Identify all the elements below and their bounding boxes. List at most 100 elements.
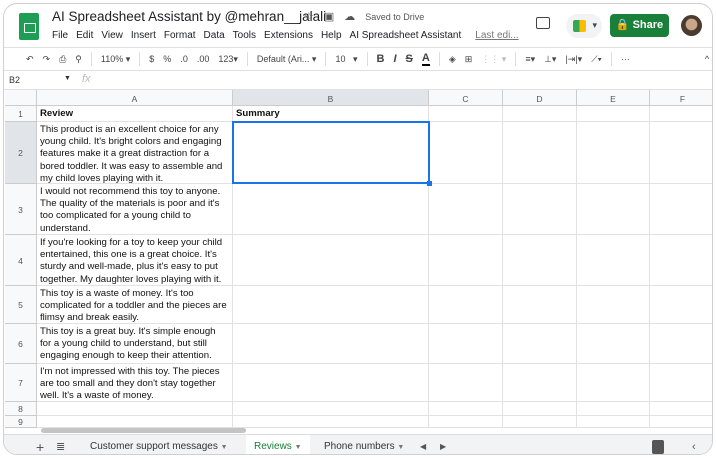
cell-a4[interactable]: If you're looking for a toy to keep your… (37, 235, 233, 286)
side-panel-toggle-icon[interactable]: ‹ (692, 435, 696, 454)
cell-a9[interactable] (37, 416, 233, 428)
row-header[interactable]: 9 (5, 416, 37, 428)
sheets-logo-icon[interactable] (19, 13, 39, 40)
cell-f7[interactable] (650, 364, 712, 402)
percent-button[interactable]: % (163, 54, 171, 64)
column-header-c[interactable]: C (429, 90, 503, 106)
column-header-f[interactable]: F (650, 90, 712, 106)
menu-tools[interactable]: Tools (233, 30, 256, 41)
menu-file[interactable]: File (52, 30, 68, 41)
merge-cells-icon[interactable]: ⋮⋮ ▾ (481, 54, 506, 65)
column-header-d[interactable]: D (503, 90, 577, 106)
cell-d7[interactable] (503, 364, 577, 402)
cell-d9[interactable] (503, 416, 577, 428)
doc-title[interactable]: AI Spreadsheet Assistant by @mehran__jal… (52, 9, 326, 24)
cell-b3[interactable] (233, 184, 429, 235)
cell-c4[interactable] (429, 235, 503, 286)
cell-b5[interactable] (233, 286, 429, 324)
increase-decimal-button[interactable]: .00 (197, 54, 210, 64)
cell-a3[interactable]: I would not recommend this toy to anyone… (37, 184, 233, 235)
sheet-tab-reviews[interactable]: Reviews ▼ (246, 435, 310, 454)
cell-b8[interactable] (233, 402, 429, 416)
cell-f6[interactable] (650, 324, 712, 364)
sheet-tab-phone-numbers[interactable]: Phone numbers ▼ (316, 435, 412, 454)
cell-a6[interactable]: This toy is a great buy. It's simple eno… (37, 324, 233, 364)
menu-extensions[interactable]: Extensions (264, 30, 313, 41)
cell-c6[interactable] (429, 324, 503, 364)
row-header[interactable]: 3 (5, 184, 37, 235)
text-wrap-icon[interactable]: |⇥|▾ (565, 54, 582, 65)
font-size-select[interactable]: 10 ▾ (335, 54, 357, 65)
align-horizontal-icon[interactable]: ≡▾ (525, 54, 535, 65)
meet-button[interactable]: ▾ (566, 14, 602, 38)
cell-d2[interactable] (503, 122, 577, 184)
print-icon[interactable]: ⎙ (59, 54, 66, 65)
all-sheets-icon[interactable]: ≣ (56, 435, 65, 454)
menu-help[interactable]: Help (321, 30, 342, 41)
column-header-b[interactable]: B (233, 90, 429, 106)
cell-e1[interactable] (577, 106, 650, 122)
redo-icon[interactable]: ↷ (43, 54, 51, 65)
cell-b7[interactable] (233, 364, 429, 402)
cell-b2[interactable] (233, 122, 429, 184)
cell-c8[interactable] (429, 402, 503, 416)
cell-e4[interactable] (577, 235, 650, 286)
cell-c1[interactable] (429, 106, 503, 122)
row-header[interactable]: 2 (5, 122, 37, 184)
more-formats-select[interactable]: 123▾ (218, 54, 238, 65)
cell-b9[interactable] (233, 416, 429, 428)
move-folder-icon[interactable]: ▣ (324, 10, 334, 23)
cell-d4[interactable] (503, 235, 577, 286)
add-sheet-icon[interactable]: + (36, 435, 44, 454)
cell-f1[interactable] (650, 106, 712, 122)
zoom-select[interactable]: 110% ▾ (101, 54, 130, 65)
cell-c3[interactable] (429, 184, 503, 235)
cell-f3[interactable] (650, 184, 712, 235)
column-header-e[interactable]: E (577, 90, 650, 106)
row-header[interactable]: 4 (5, 235, 37, 286)
cell-e5[interactable] (577, 286, 650, 324)
row-header[interactable]: 8 (5, 402, 37, 416)
row-header[interactable]: 5 (5, 286, 37, 324)
cell-a7[interactable]: I'm not impressed with this toy. The pie… (37, 364, 233, 402)
name-box[interactable]: B2 (9, 75, 20, 85)
cell-a1[interactable]: Review (37, 106, 233, 122)
scroll-left-icon[interactable]: ◀ (420, 435, 426, 454)
comment-history-icon[interactable] (536, 17, 550, 29)
cell-d3[interactable] (503, 184, 577, 235)
cell-e7[interactable] (577, 364, 650, 402)
share-button[interactable]: 🔒 Share (610, 14, 669, 37)
borders-icon[interactable]: ⊞ (465, 54, 473, 65)
cell-e6[interactable] (577, 324, 650, 364)
menu-edit[interactable]: Edit (76, 30, 93, 41)
text-rotation-icon[interactable]: ⟋▾ (591, 54, 602, 65)
cell-a8[interactable] (37, 402, 233, 416)
font-select[interactable]: Default (Ari... ▾ (257, 54, 317, 65)
cell-d6[interactable] (503, 324, 577, 364)
cell-f5[interactable] (650, 286, 712, 324)
paint-format-icon[interactable]: ⚲ (75, 54, 82, 65)
cell-e9[interactable] (577, 416, 650, 428)
cell-d5[interactable] (503, 286, 577, 324)
avatar[interactable] (681, 15, 702, 36)
star-icon[interactable]: ☆ (304, 10, 314, 23)
explore-icon[interactable] (652, 440, 664, 454)
cell-b4[interactable] (233, 235, 429, 286)
cell-c5[interactable] (429, 286, 503, 324)
cell-e8[interactable] (577, 402, 650, 416)
cell-f9[interactable] (650, 416, 712, 428)
menu-ai-spreadsheet-assistant[interactable]: AI Spreadsheet Assistant (350, 30, 462, 41)
cell-a5[interactable]: This toy is a waste of money. It's too c… (37, 286, 233, 324)
name-box-dropdown-icon[interactable]: ▼ (64, 75, 71, 82)
more-icon[interactable]: ··· (621, 54, 630, 64)
sheet-tab-customer-support-messages[interactable]: Customer support messages ▼ (82, 435, 236, 454)
menu-insert[interactable]: Insert (131, 30, 156, 41)
cell-e3[interactable] (577, 184, 650, 235)
cell-b6[interactable] (233, 324, 429, 364)
collapse-menu-icon[interactable]: ^ (705, 54, 709, 64)
decrease-decimal-button[interactable]: .0 (180, 54, 188, 64)
italic-icon[interactable]: I (393, 53, 396, 65)
cell-c9[interactable] (429, 416, 503, 428)
menu-view[interactable]: View (101, 30, 123, 41)
last-edit-link[interactable]: Last edi... (475, 30, 518, 41)
